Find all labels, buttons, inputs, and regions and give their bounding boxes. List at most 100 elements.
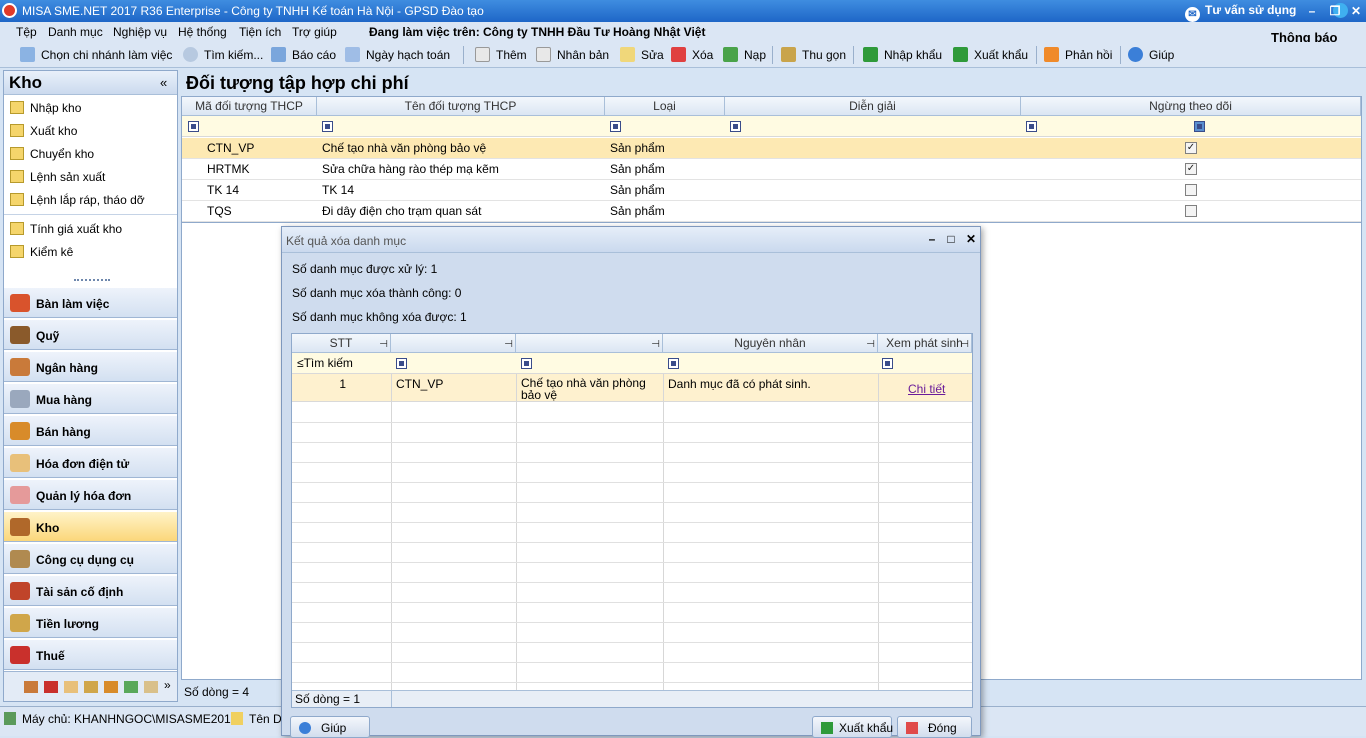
nav-ban-lam-viec[interactable]: Bàn làm việc: [4, 287, 177, 318]
branch-button[interactable]: Chọn chi nhánh làm việc: [20, 47, 172, 62]
toolbar-divider: [463, 46, 464, 64]
sidebar-item-nhap-kho[interactable]: Nhập kho: [10, 101, 81, 115]
nav-ban-hang[interactable]: Bán hàng: [4, 415, 177, 446]
filter-toggle-icon[interactable]: [610, 121, 621, 132]
sidebar-item-tinh-gia-xuat-kho[interactable]: Tính giá xuất kho: [10, 222, 122, 236]
sidebar-item-lenh-lap-rap[interactable]: Lệnh lắp ráp, tháo dỡ: [10, 193, 145, 207]
menu-operations[interactable]: Nghiệp vụ: [113, 25, 167, 39]
help-button[interactable]: Giúp: [290, 716, 370, 738]
inactive-checkbox[interactable]: ✓: [1185, 163, 1197, 175]
payroll-icon[interactable]: [84, 681, 98, 693]
column-header-code[interactable]: ⊣: [391, 334, 516, 353]
inactive-checkbox[interactable]: [1185, 184, 1197, 196]
export-button[interactable]: Xuất khẩu: [953, 47, 1028, 62]
nav-tien-luong[interactable]: Tiền lương: [4, 607, 177, 638]
column-header-description[interactable]: Diễn giải: [725, 97, 1021, 116]
filter-toggle-icon[interactable]: [668, 358, 679, 369]
sidebar-item-kiem-ke[interactable]: Kiểm kê: [10, 245, 73, 259]
sales-icon[interactable]: [104, 681, 118, 693]
sidebar-item-chuyen-kho[interactable]: Chuyển kho: [10, 147, 94, 161]
collapse-button[interactable]: Thu gọn: [781, 47, 846, 62]
filter-toggle-icon[interactable]: [322, 121, 333, 132]
nav-quan-ly-hoa-don[interactable]: Quản lý hóa đơn: [4, 479, 177, 510]
posting-date-button[interactable]: Ngày hạch toán: [345, 47, 450, 62]
e-invoice-icon[interactable]: [64, 681, 78, 693]
support-button[interactable]: ✉ Tư vấn sử dụng: [1185, 3, 1296, 22]
nav-mua-hang[interactable]: Mua hàng: [4, 383, 177, 414]
pin-icon[interactable]: ⊣: [379, 336, 388, 354]
nav-tai-san-co-dinh[interactable]: Tài sản cố định: [4, 575, 177, 606]
nav-hoa-don-dien-tu[interactable]: Hóa đơn điện tử: [4, 447, 177, 478]
inactive-checkbox[interactable]: ✓: [1185, 142, 1197, 154]
bank-icon[interactable]: [24, 681, 38, 693]
nav-kho[interactable]: Kho: [4, 511, 177, 542]
more-chevron-icon[interactable]: »: [164, 678, 171, 692]
help-button[interactable]: Giúp: [1128, 47, 1174, 62]
table-row[interactable]: HRTMK Sửa chữa hàng rào thép mạ kẽm Sản …: [182, 159, 1361, 180]
title-bar: MISA SME.NET 2017 R36 Enterprise - Công …: [0, 0, 1366, 22]
table-row[interactable]: TK 14 TK 14 Sản phẩm: [182, 180, 1361, 201]
table-row[interactable]: TQS Đi dây điện cho trạm quan sát Sản ph…: [182, 201, 1361, 222]
menu-system[interactable]: Hệ thống: [178, 25, 227, 39]
column-header-stt[interactable]: STT ⊣: [292, 334, 391, 353]
table-row[interactable]: CTN_VP Chế tạo nhà văn phòng bảo vệ Sản …: [182, 138, 1361, 159]
sidebar-item-lenh-san-xuat[interactable]: Lệnh sản xuất: [10, 170, 105, 184]
filter-toggle-icon[interactable]: [521, 358, 532, 369]
collapse-sidebar-button[interactable]: «: [160, 75, 167, 90]
filter-toggle-icon[interactable]: [730, 121, 741, 132]
nav-cong-cu-dung-cu[interactable]: Công cụ dụng cụ: [4, 543, 177, 574]
filter-label[interactable]: ≤Tìm kiếm: [297, 356, 353, 370]
filter-checkbox-icon[interactable]: [1194, 121, 1205, 132]
document-icon[interactable]: [144, 681, 158, 693]
column-header-reason[interactable]: Nguyên nhân ⊣: [663, 334, 878, 353]
column-header-name[interactable]: ⊣: [516, 334, 663, 353]
inactive-checkbox[interactable]: [1185, 205, 1197, 217]
dialog-close-button[interactable]: ✕: [963, 231, 979, 247]
nav-thue[interactable]: Thuế: [4, 639, 177, 670]
column-header-code[interactable]: Mã đối tượng THCP: [182, 97, 317, 116]
sidebar-item-xuat-kho[interactable]: Xuất kho: [10, 124, 77, 138]
reload-button[interactable]: Nạp: [723, 47, 766, 62]
table-row[interactable]: 1 CTN_VP Chế tạo nhà văn phòng bảo vệ Da…: [292, 374, 972, 402]
menu-catalog[interactable]: Danh mục: [48, 25, 103, 39]
splitter-handle[interactable]: [74, 279, 110, 283]
pin-icon[interactable]: ⊣: [651, 336, 660, 354]
tax-icon[interactable]: [44, 681, 58, 693]
menu-utilities[interactable]: Tiện ích: [239, 25, 281, 39]
export-button[interactable]: Xuất khẩu: [812, 716, 893, 738]
dialog-maximize-button[interactable]: □: [943, 231, 959, 247]
column-header-type[interactable]: Loại: [605, 97, 725, 116]
detail-link[interactable]: Chi tiết: [908, 382, 945, 396]
minimize-button[interactable]: –: [1302, 2, 1322, 20]
report-button[interactable]: Báo cáo: [271, 47, 336, 62]
pin-icon[interactable]: ⊣: [960, 336, 969, 354]
filter-toggle-icon[interactable]: [882, 358, 893, 369]
menu-help[interactable]: Trợ giúp: [292, 25, 337, 39]
import-button[interactable]: Nhập khẩu: [863, 47, 942, 62]
dialog-minimize-button[interactable]: –: [924, 231, 940, 247]
edit-button[interactable]: Sửa: [620, 47, 664, 62]
bank-icon: [10, 358, 30, 376]
pin-icon[interactable]: ⊣: [866, 336, 875, 354]
feedback-button[interactable]: Phản hồi: [1044, 47, 1112, 62]
column-header-name[interactable]: Tên đối tượng THCP: [317, 97, 605, 116]
nav-ngan-hang[interactable]: Ngân hàng: [4, 351, 177, 382]
pin-icon[interactable]: ⊣: [504, 336, 513, 354]
column-header-view[interactable]: Xem phát sinh ⊣: [878, 334, 972, 353]
cash-icon: [10, 326, 30, 344]
maximize-button[interactable]: ❐: [1325, 2, 1345, 20]
search-button[interactable]: Tìm kiếm...: [183, 47, 263, 62]
delete-button[interactable]: Xóa: [671, 47, 713, 62]
close-dialog-button[interactable]: Đóng: [897, 716, 972, 738]
filter-toggle-icon[interactable]: [1026, 121, 1037, 132]
report-icon[interactable]: [124, 681, 138, 693]
nav-quy[interactable]: Quỹ: [4, 319, 177, 350]
duplicate-button[interactable]: Nhân bản: [536, 47, 609, 62]
add-button[interactable]: Thêm: [475, 47, 527, 62]
server-icon: [4, 712, 16, 725]
filter-toggle-icon[interactable]: [188, 121, 199, 132]
menu-file[interactable]: Tệp: [16, 25, 37, 39]
close-button[interactable]: ✕: [1346, 2, 1366, 20]
column-header-inactive[interactable]: Ngừng theo dõi: [1021, 97, 1361, 116]
filter-toggle-icon[interactable]: [396, 358, 407, 369]
